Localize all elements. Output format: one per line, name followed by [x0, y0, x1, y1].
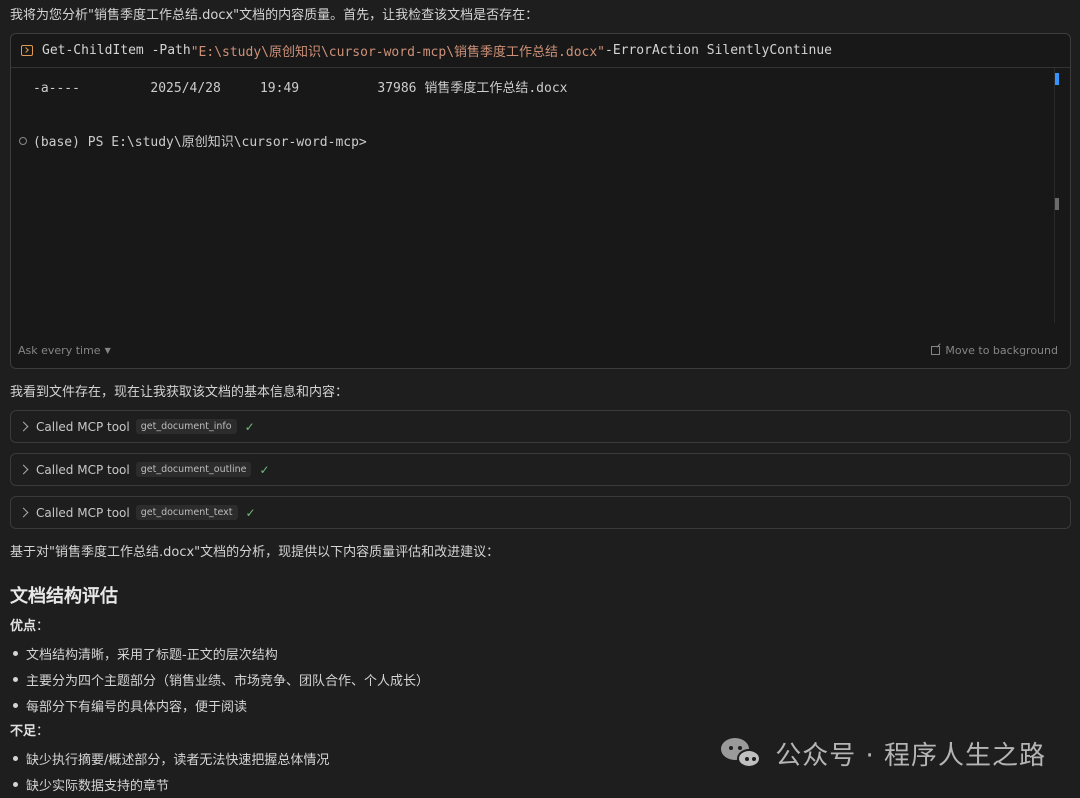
analysis-intro: 基于对"销售季度工作总结.docx"文档的分析，现提供以下内容质量评估和改进建议…: [10, 545, 500, 560]
tool-call-row[interactable]: Called MCP tool get_document_text ✓: [10, 496, 1071, 529]
tool-name-badge: get_document_info: [135, 419, 237, 434]
output-line: -a---- 2025/4/28 19:49 37986 销售季度工作总结.do…: [33, 81, 568, 96]
check-icon: ✓: [245, 505, 256, 520]
tool-name-badge: get_document_text: [135, 505, 238, 520]
terminal-panel: Get-ChildItem -Path "E:\study\原创知识\curso…: [10, 33, 1071, 369]
watermark: 公众号 · 程序人生之路: [721, 735, 1046, 772]
scrollbar-marker-current: [1055, 73, 1059, 85]
scrollbar-track[interactable]: [1054, 68, 1055, 323]
tool-name-badge: get_document_outline: [135, 462, 252, 477]
list-item: 每部分下有编号的具体内容，便于阅读: [10, 692, 429, 718]
external-arrow-icon: [931, 345, 941, 355]
cons-label: 不足：: [10, 724, 50, 739]
move-label: Move to background: [945, 343, 1058, 357]
tool-call-row[interactable]: Called MCP tool get_document_outline ✓: [10, 453, 1071, 486]
ask-label: Ask every time: [18, 343, 101, 357]
list-item: 缺少执行摘要/概述部分，读者无法快速把握总体情况: [10, 745, 329, 771]
ask-every-time-dropdown[interactable]: Ask every time ▼: [18, 344, 111, 357]
chevron-right-icon: [18, 507, 29, 518]
wechat-icon: [721, 736, 765, 772]
terminal-footer: Ask every time ▼ Move to background: [11, 332, 1070, 368]
terminal-icon: [21, 45, 33, 56]
command-text: Get-ChildItem -Path: [42, 43, 191, 58]
chevron-right-icon: [18, 464, 29, 475]
section-heading: 文档结构评估: [10, 586, 118, 607]
tool-call-label: Called MCP tool: [36, 419, 130, 434]
move-to-background-button[interactable]: Move to background: [931, 344, 1058, 357]
list-item: 文档结构清晰，采用了标题-正文的层次结构: [10, 640, 429, 666]
check-icon: ✓: [244, 419, 255, 434]
scrollbar-thumb[interactable]: [1055, 198, 1059, 210]
tool-call-label: Called MCP tool: [36, 505, 130, 520]
intro-text: 我将为您分析"销售季度工作总结.docx"文档的内容质量。首先，让我检查该文档是…: [10, 8, 539, 23]
status-text: 我看到文件存在，现在让我获取该文档的基本信息和内容：: [10, 385, 349, 400]
list-item: 缺少实际数据支持的章节: [10, 771, 329, 797]
chevron-right-icon: [18, 421, 29, 432]
tool-call-label: Called MCP tool: [36, 462, 130, 477]
command-options: -ErrorAction SilentlyContinue: [605, 43, 832, 58]
command-path: "E:\study\原创知识\cursor-word-mcp\销售季度工作总结.…: [190, 45, 605, 60]
prompt-text: (base) PS E:\study\原创知识\cursor-word-mcp>: [33, 135, 367, 150]
pros-label: 优点：: [10, 619, 50, 634]
terminal-output[interactable]: -a---- 2025/4/28 19:49 37986 销售季度工作总结.do…: [11, 68, 1070, 328]
list-item: 主要分为四个主题部分（销售业绩、市场竞争、团队合作、个人成长）: [10, 666, 429, 692]
status-circle-icon: [19, 136, 27, 145]
tool-call-row[interactable]: Called MCP tool get_document_info ✓: [10, 410, 1071, 443]
prompt-line: (base) PS E:\study\原创知识\cursor-word-mcp>: [19, 131, 367, 150]
terminal-command-header: Get-ChildItem -Path "E:\study\原创知识\curso…: [11, 34, 1070, 68]
chevron-down-icon: ▼: [104, 345, 111, 355]
watermark-text: 公众号 · 程序人生之路: [775, 741, 1046, 771]
pros-list: 文档结构清晰，采用了标题-正文的层次结构 主要分为四个主题部分（销售业绩、市场竞…: [10, 640, 429, 718]
cons-list: 缺少执行摘要/概述部分，读者无法快速把握总体情况 缺少实际数据支持的章节: [10, 745, 329, 797]
check-icon: ✓: [259, 462, 270, 477]
